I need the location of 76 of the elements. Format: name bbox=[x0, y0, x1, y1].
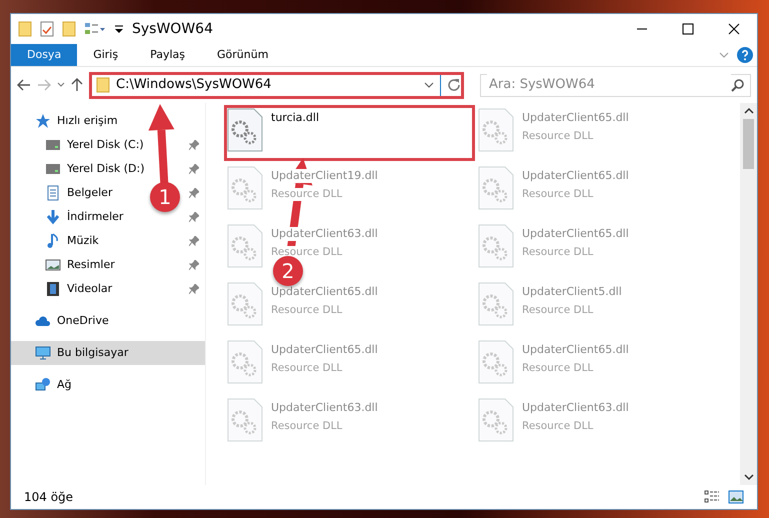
search-icon bbox=[731, 78, 744, 92]
up-icon[interactable] bbox=[71, 78, 83, 92]
refresh-icon[interactable] bbox=[447, 78, 461, 92]
sidebar-item[interactable]: İndirmeler bbox=[11, 205, 124, 229]
scroll-down-icon[interactable] bbox=[744, 473, 754, 481]
ribbon-tab[interactable]: Görünüm bbox=[201, 44, 284, 66]
dropdown-icon[interactable] bbox=[424, 82, 434, 88]
sidebar-item[interactable]: Müzik bbox=[11, 229, 99, 253]
sidebar-label: Bu bilgisayar bbox=[57, 344, 128, 361]
picture-icon bbox=[45, 257, 61, 273]
dll-file-icon bbox=[478, 340, 514, 384]
sidebar-item[interactable]: Belgeler bbox=[11, 181, 112, 205]
sidebar-label: Hızlı erişim bbox=[57, 112, 118, 129]
star-icon bbox=[35, 113, 51, 129]
dll-file-icon bbox=[478, 166, 514, 210]
scroll-up-icon[interactable] bbox=[744, 107, 754, 115]
network-icon bbox=[35, 377, 51, 393]
close-icon bbox=[728, 23, 740, 35]
expand-ribbon-icon[interactable] bbox=[719, 51, 729, 59]
address-path: C:\Windows\SysWOW64 bbox=[116, 76, 272, 94]
drive-icon bbox=[45, 137, 61, 153]
sidebar-item[interactable]: Ağ bbox=[11, 373, 72, 397]
sidebar-item[interactable]: OneDrive bbox=[11, 309, 109, 333]
sidebar-item[interactable]: Hızlı erişim bbox=[11, 109, 118, 133]
item-count: 104 öğe bbox=[24, 489, 74, 506]
maximize-icon bbox=[682, 23, 694, 35]
dll-file-icon bbox=[478, 282, 514, 326]
monitor-icon bbox=[35, 345, 51, 361]
details-view-icon[interactable] bbox=[704, 490, 720, 504]
drive-icon bbox=[45, 161, 61, 177]
dll-file-icon bbox=[227, 282, 263, 326]
large-icons-view-icon[interactable] bbox=[728, 490, 744, 504]
sidebar-item[interactable]: Yerel Disk (C:) bbox=[11, 133, 144, 157]
down-arrow-icon bbox=[45, 209, 61, 225]
properties-icon[interactable] bbox=[40, 21, 54, 37]
recent-locations-icon[interactable] bbox=[57, 82, 65, 88]
sidebar-label: Resimler bbox=[67, 256, 115, 273]
sidebar-label: Videolar bbox=[67, 280, 112, 297]
scroll-thumb[interactable] bbox=[743, 119, 754, 169]
ribbon-tab[interactable]: Dosya bbox=[11, 44, 78, 66]
search-field[interactable]: Ara: SysWOW64 bbox=[480, 74, 751, 96]
sidebar-item[interactable]: Yerel Disk (D:) bbox=[11, 157, 145, 181]
dll-file-icon bbox=[478, 108, 514, 152]
file-type: Resource DLL bbox=[271, 246, 342, 259]
music-note-icon bbox=[45, 233, 61, 249]
help-icon[interactable] bbox=[737, 47, 753, 63]
film-icon bbox=[45, 281, 61, 297]
sidebar-label: Müzik bbox=[67, 232, 99, 249]
sidebar-label: Belgeler bbox=[67, 184, 112, 201]
sidebar-label: Yerel Disk (D:) bbox=[67, 160, 145, 177]
dll-file-icon bbox=[227, 340, 263, 384]
back-icon[interactable] bbox=[17, 79, 31, 91]
dropdown-icon[interactable] bbox=[114, 24, 124, 34]
sidebar-label: Yerel Disk (C:) bbox=[67, 136, 144, 153]
dll-file-icon bbox=[227, 224, 263, 268]
scroll-bar[interactable] bbox=[740, 103, 757, 485]
minimize-icon bbox=[636, 28, 648, 30]
window-title: SysWOW64 bbox=[132, 20, 213, 38]
dll-file-icon bbox=[478, 398, 514, 442]
sidebar-label: Ağ bbox=[57, 376, 72, 393]
ribbon-tab[interactable]: Giriş bbox=[77, 44, 134, 66]
sidebar-item[interactable]: Resimler bbox=[11, 253, 115, 277]
ribbon-tab[interactable]: Paylaş bbox=[134, 44, 201, 66]
file-type: Resource DLL bbox=[271, 188, 342, 201]
dll-file-icon bbox=[227, 166, 263, 210]
dll-file-icon bbox=[478, 224, 514, 268]
sidebar-label: İndirmeler bbox=[67, 208, 124, 225]
folder-icon bbox=[96, 77, 110, 93]
sidebar-label: OneDrive bbox=[57, 312, 109, 329]
sidebar-item[interactable]: Videolar bbox=[11, 277, 112, 301]
view-menu-icon[interactable] bbox=[84, 22, 106, 36]
dll-file-icon bbox=[227, 108, 263, 152]
dll-file-icon bbox=[227, 398, 263, 442]
address-bar[interactable]: C:\Windows\SysWOW64 bbox=[89, 72, 464, 98]
sidebar-item[interactable]: Bu bilgisayar bbox=[11, 341, 205, 365]
document-icon bbox=[45, 185, 61, 201]
